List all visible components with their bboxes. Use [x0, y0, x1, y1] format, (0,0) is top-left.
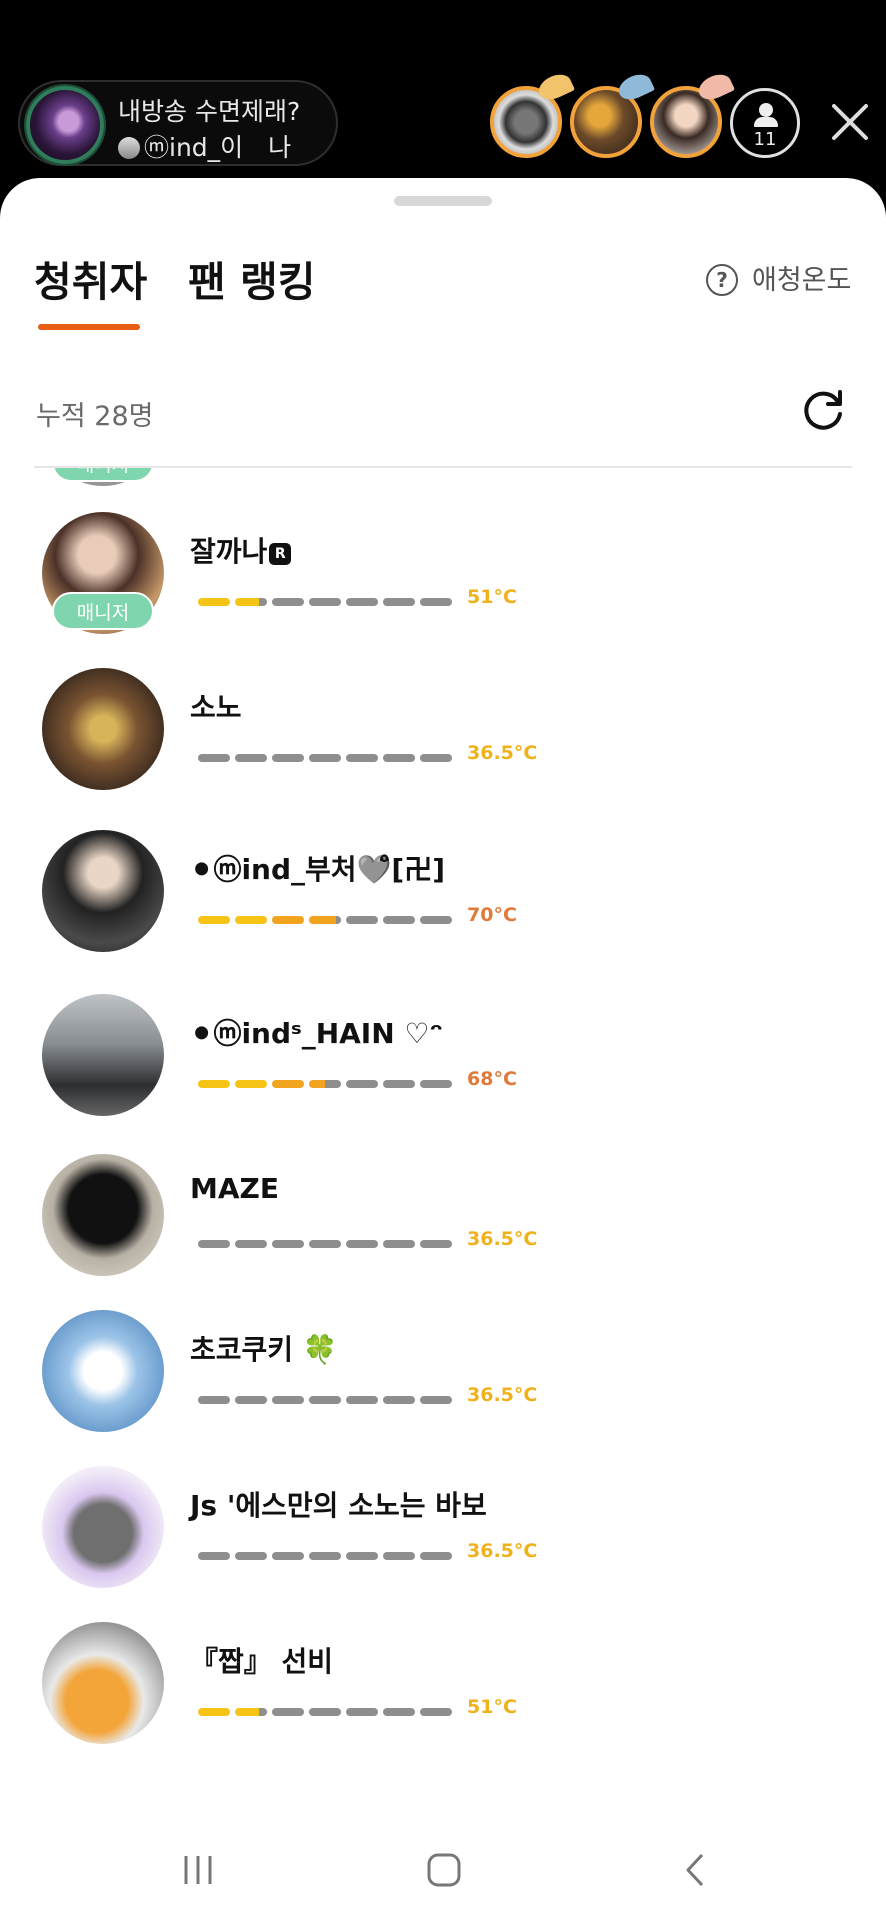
question-circle-icon: ? [706, 264, 738, 296]
temperature-value: 68°C [467, 1068, 517, 1090]
listener-row[interactable]: 『짭』 선비 51°C [0, 1622, 886, 1768]
broadcast-title: 내방송 수면제래? [118, 97, 301, 126]
temperature-bar [198, 1396, 452, 1404]
person-icon [759, 103, 773, 117]
temperature-bar [198, 1080, 452, 1088]
close-icon[interactable] [828, 100, 872, 144]
system-nav-bar [0, 1814, 886, 1920]
back-icon[interactable] [678, 1852, 714, 1888]
live-top-bar: 내방송 수면제래? ⓜind_이 나 11 [0, 0, 886, 178]
listener-row[interactable]: MAZE 36.5°C [0, 1154, 886, 1310]
temperature-value: 51°C [467, 586, 517, 608]
refresh-icon[interactable] [800, 388, 846, 434]
listener-name: ⚫ⓜind_부처🩶̊̈[卍] [190, 853, 446, 886]
listener-avatar[interactable] [42, 1154, 164, 1276]
listener-avatar[interactable] [42, 1622, 164, 1744]
temperature-bar [198, 1708, 452, 1716]
listener-avatar[interactable] [42, 994, 164, 1116]
temperature-value: 36.5°C [467, 1228, 538, 1250]
temperature-value: 36.5°C [467, 1384, 538, 1406]
listener-row[interactable]: ⚫ⓜind_부처🩶̊̈[卍] 70°C [0, 830, 886, 986]
host-name: ⓜind_이 나 [118, 128, 291, 164]
listener-name: 잘까나 R [190, 530, 292, 570]
temperature-value: 36.5°C [467, 1540, 538, 1562]
help-label: 애청온도 [752, 265, 852, 296]
listener-row[interactable]: 매니저 잘까나 R 51°C [0, 512, 886, 668]
listener-avatar[interactable] [42, 1310, 164, 1432]
listeners-sheet: 청취자 팬 랭킹 ?애청온도 누적 28명 매니저91°C매니저잘까나R51°C… [0, 178, 886, 1920]
listener-avatar[interactable] [42, 830, 164, 952]
listener-name: 초코쿠키 🍀 [190, 1333, 338, 1366]
listener-row[interactable]: Js '에스만의 소노는 바보 36.5°C [0, 1466, 886, 1622]
viewer-count: 11 [753, 129, 777, 150]
listener-name: MAZE [190, 1172, 279, 1205]
help-button[interactable]: ? 애청온도 [706, 258, 851, 298]
black-dot-icon [118, 137, 140, 159]
listener-avatar[interactable] [42, 668, 164, 790]
listener-list[interactable]: 매니저91°C매니저잘까나R51°C소노36.5°C⚫ⓜind_부처🩶̊̈[卍]… [0, 468, 886, 1768]
listener-name: 소노 [190, 691, 242, 724]
listener-name: ⚫ⓜindˢ_HAIN ♡ᵔ [190, 1017, 444, 1050]
temperature-value: 70°C [467, 904, 517, 926]
temperature-bar [198, 1552, 452, 1560]
temperature-value: 51°C [467, 1696, 517, 1718]
listener-row[interactable]: 초코쿠키 🍀 36.5°C [0, 1310, 886, 1466]
viewer-count-button[interactable]: 11 [730, 88, 800, 158]
tab-listeners[interactable]: 청취자 [34, 248, 147, 308]
manager-badge: 매니저 [52, 592, 154, 630]
listener-name: Js '에스만의 소노는 바보 [190, 1489, 487, 1522]
active-tab-indicator [38, 324, 140, 330]
listener-name: 『짭』 선비 [190, 1645, 334, 1678]
host-info-pill[interactable]: 내방송 수면제래? ⓜind_이 나 [18, 80, 338, 166]
home-icon[interactable] [426, 1852, 462, 1888]
manager-badge: 매니저 [52, 468, 154, 482]
temperature-bar [198, 598, 452, 606]
temperature-bar [198, 1240, 452, 1248]
total-listeners: 누적 28명 [36, 401, 154, 432]
listener-avatar[interactable] [42, 1466, 164, 1588]
host-name-text: ⓜind_이 나 [144, 133, 292, 162]
r-badge-icon: R [269, 543, 292, 565]
host-avatar[interactable] [26, 86, 104, 164]
recent-apps-icon[interactable] [180, 1852, 216, 1888]
temperature-value: 36.5°C [467, 742, 538, 764]
sheet-grabber[interactable] [394, 196, 492, 206]
tab-fan-ranking[interactable]: 팬 랭킹 [188, 248, 315, 308]
temperature-bar [198, 916, 452, 924]
temperature-bar [198, 754, 452, 762]
listener-row[interactable]: ⚫ⓜindˢ_HAIN ♡ᵔ 68°C [0, 994, 886, 1150]
listener-row[interactable]: 소노 36.5°C [0, 668, 886, 824]
